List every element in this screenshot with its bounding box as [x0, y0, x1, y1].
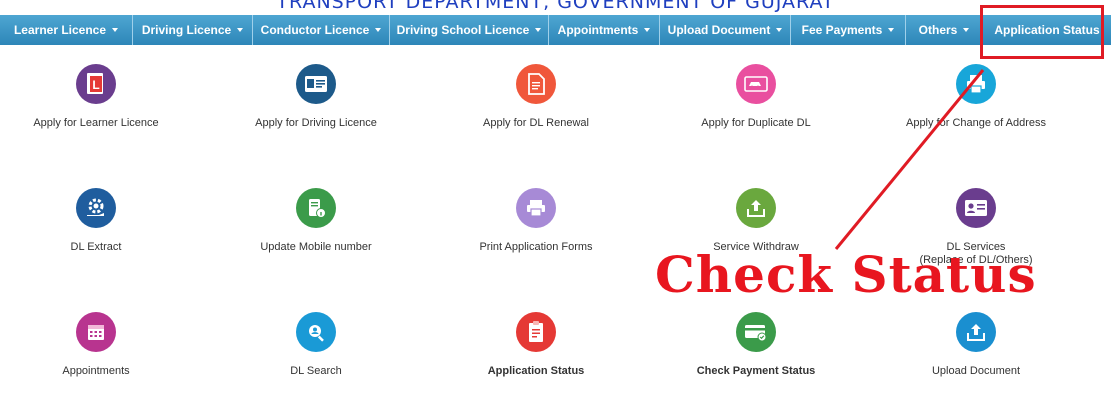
check-status-annotation: Check Status: [655, 245, 1037, 304]
annotation-arrow: [834, 69, 985, 250]
